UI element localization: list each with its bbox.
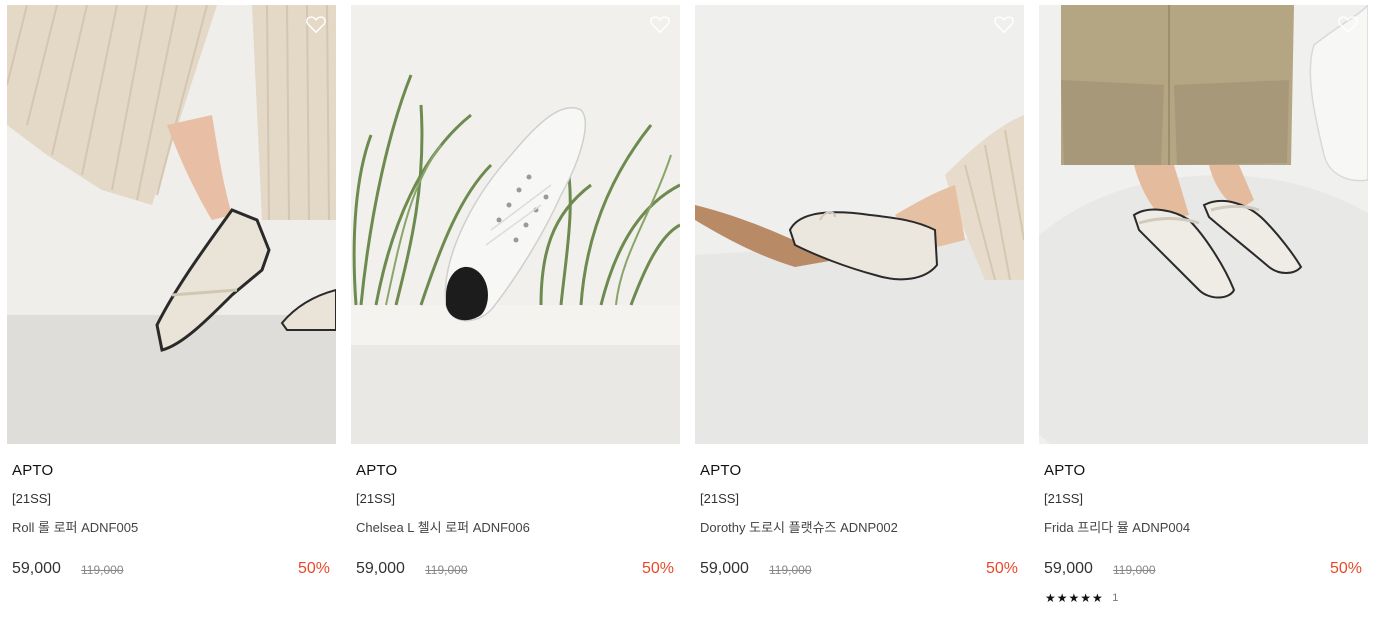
original-price: 119,000 — [1113, 563, 1156, 577]
discount-rate: 50% — [985, 560, 1018, 577]
heart-outline-icon — [994, 16, 1014, 34]
product-card[interactable]: APTO [21SS] Frida 프리다 뮬 ADNP004 59,000 1… — [1039, 5, 1368, 620]
product-image[interactable] — [7, 5, 336, 444]
product-photo-derby-white-black — [351, 5, 680, 444]
sale-price: 59,000 — [1044, 560, 1093, 577]
product-card[interactable]: APTO [21SS] Chelsea L 첼시 로퍼 ADNF006 59,0… — [351, 5, 680, 620]
product-season: [21SS] — [356, 491, 396, 506]
price-row: 59,000 119,000 50% — [1044, 560, 1362, 582]
wishlist-button[interactable] — [993, 14, 1015, 34]
heart-outline-icon — [306, 16, 326, 34]
discount-rate: 50% — [1329, 560, 1362, 577]
wishlist-button[interactable] — [649, 14, 671, 34]
original-price: 119,000 — [769, 563, 812, 577]
product-brand[interactable]: APTO — [1044, 462, 1085, 479]
heart-outline-icon — [650, 16, 670, 34]
review-count: 1 — [1112, 591, 1119, 604]
product-grid: APTO [21SS] Roll 롤 로퍼 ADNF005 59,000 119… — [7, 5, 1368, 620]
sale-price: 59,000 — [12, 560, 61, 577]
product-photo-flat-cream — [695, 5, 1024, 444]
product-name[interactable]: Dorothy 도로시 플랫슈즈 ADNP002 — [700, 517, 898, 536]
product-brand[interactable]: APTO — [12, 462, 53, 479]
sale-price: 59,000 — [700, 560, 749, 577]
product-name[interactable]: Chelsea L 첼시 로퍼 ADNF006 — [356, 517, 530, 536]
heart-outline-icon — [1338, 16, 1358, 34]
sale-price: 59,000 — [356, 560, 405, 577]
product-season: [21SS] — [700, 491, 740, 506]
product-image[interactable] — [351, 5, 680, 444]
product-photo-mule-white — [1039, 5, 1368, 444]
product-brand[interactable]: APTO — [700, 462, 741, 479]
product-brand[interactable]: APTO — [356, 462, 397, 479]
product-season: [21SS] — [1044, 491, 1084, 506]
product-photo-loafer-cream — [7, 5, 336, 444]
product-image[interactable] — [1039, 5, 1368, 444]
product-image[interactable] — [695, 5, 1024, 444]
discount-rate: 50% — [297, 560, 330, 577]
original-price: 119,000 — [81, 563, 124, 577]
product-name[interactable]: Roll 롤 로퍼 ADNF005 — [12, 517, 138, 536]
product-card[interactable]: APTO [21SS] Roll 롤 로퍼 ADNF005 59,000 119… — [7, 5, 336, 620]
wishlist-button[interactable] — [1337, 14, 1359, 34]
original-price: 119,000 — [425, 563, 468, 577]
product-card[interactable]: APTO [21SS] Dorothy 도로시 플랫슈즈 ADNP002 59,… — [695, 5, 1024, 620]
star-rating-icon: ★★★★★ — [1045, 590, 1104, 605]
product-season: [21SS] — [12, 491, 52, 506]
price-row: 59,000 119,000 50% — [700, 560, 1018, 582]
wishlist-button[interactable] — [305, 14, 327, 34]
price-row: 59,000 119,000 50% — [12, 560, 330, 582]
product-rating[interactable]: ★★★★★ 1 — [1045, 589, 1119, 605]
price-row: 59,000 119,000 50% — [356, 560, 674, 582]
product-name[interactable]: Frida 프리다 뮬 ADNP004 — [1044, 517, 1190, 536]
discount-rate: 50% — [641, 560, 674, 577]
